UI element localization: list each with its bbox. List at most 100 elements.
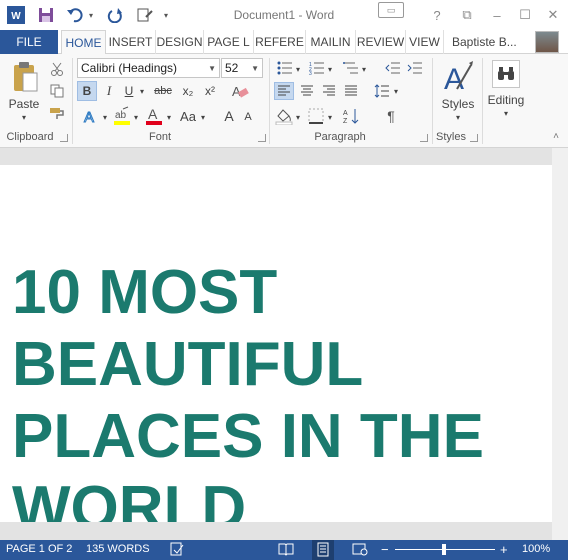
- svg-text:ab: ab: [115, 110, 127, 121]
- document-headline[interactable]: 10 MOST BEAUTIFUL PLACES IN THE WORLD: [12, 257, 542, 522]
- shrink-font-button[interactable]: A: [240, 108, 256, 126]
- paragraph-launcher-icon[interactable]: [420, 134, 428, 142]
- multilevel-list-dropdown-icon[interactable]: ▾: [360, 62, 368, 76]
- tab-home[interactable]: HOME: [61, 30, 106, 55]
- clear-formatting-icon[interactable]: A: [228, 81, 252, 101]
- line-spacing-icon[interactable]: [372, 82, 392, 100]
- styles-launcher-icon[interactable]: [470, 134, 478, 142]
- user-name[interactable]: Baptiste B...: [452, 30, 517, 54]
- strikethrough-button[interactable]: abc: [150, 81, 176, 101]
- text-effects-icon[interactable]: A: [80, 106, 102, 126]
- show-formatting-marks-icon[interactable]: ¶: [382, 106, 400, 126]
- font-color-icon[interactable]: A: [144, 104, 164, 128]
- paste-dropdown-icon[interactable]: ▾: [18, 112, 30, 122]
- format-painter-icon[interactable]: [48, 104, 66, 122]
- justify-icon[interactable]: [341, 82, 361, 100]
- font-size-dropdown-icon[interactable]: ▼: [251, 64, 259, 73]
- styles-button[interactable]: Styles: [436, 96, 480, 112]
- font-size-combo[interactable]: 52 ▼: [221, 58, 263, 78]
- increase-indent-icon[interactable]: [406, 60, 424, 76]
- ribbon-display-options-icon[interactable]: ▭: [378, 2, 404, 18]
- minimize-icon[interactable]: –: [486, 6, 508, 24]
- tab-review[interactable]: REVIEW: [356, 30, 406, 54]
- line-spacing-dropdown-icon[interactable]: ▾: [392, 84, 400, 98]
- bullets-icon[interactable]: [276, 60, 294, 76]
- italic-button[interactable]: I: [100, 81, 118, 101]
- help-icon[interactable]: ?: [426, 6, 448, 24]
- maximize-icon[interactable]: ☐: [514, 6, 536, 24]
- underline-dropdown-icon[interactable]: ▾: [137, 81, 147, 101]
- group-divider: [72, 58, 73, 144]
- document-page[interactable]: 10 MOST BEAUTIFUL PLACES IN THE WORLD: [0, 165, 552, 522]
- print-layout-icon[interactable]: [312, 540, 334, 560]
- numbering-dropdown-icon[interactable]: ▾: [326, 62, 334, 76]
- tab-view[interactable]: VIEW: [406, 30, 444, 54]
- close-icon[interactable]: ✕: [542, 6, 564, 24]
- subscript-button[interactable]: x₂: [178, 81, 198, 101]
- clipboard-group-label: Clipboard: [6, 131, 54, 143]
- tab-design[interactable]: DESIGN: [156, 30, 204, 54]
- font-size-value: 52: [225, 61, 239, 75]
- font-color-dropdown-icon[interactable]: ▾: [164, 110, 174, 124]
- tab-insert[interactable]: INSERT: [106, 30, 156, 54]
- zoom-out-button[interactable]: −: [381, 542, 389, 557]
- tab-page-layout[interactable]: PAGE L: [204, 30, 254, 54]
- shading-dropdown-icon[interactable]: ▾: [294, 110, 302, 124]
- proofing-icon[interactable]: [170, 542, 184, 559]
- tab-file[interactable]: FILE: [0, 30, 58, 54]
- decrease-indent-icon[interactable]: [384, 60, 402, 76]
- font-name-combo[interactable]: Calibri (Headings) ▼: [77, 58, 220, 78]
- text-effects-dropdown-icon[interactable]: ▾: [100, 110, 110, 124]
- paste-icon[interactable]: [10, 60, 40, 94]
- font-name-dropdown-icon[interactable]: ▼: [208, 64, 216, 73]
- font-launcher-icon[interactable]: [258, 134, 266, 142]
- tab-references[interactable]: REFERE: [254, 30, 306, 54]
- shading-icon[interactable]: [274, 106, 294, 126]
- change-case-button[interactable]: Aa: [178, 106, 198, 126]
- editing-dropdown-icon[interactable]: ▾: [500, 108, 512, 118]
- svg-text:A: A: [343, 110, 348, 117]
- text-highlight-icon[interactable]: ab: [112, 104, 132, 128]
- window-title: Document1 - Word: [233, 8, 335, 22]
- styles-group-label: Styles: [436, 131, 466, 143]
- multilevel-list-icon[interactable]: [342, 60, 360, 76]
- grow-font-button[interactable]: A: [220, 106, 238, 126]
- zoom-in-button[interactable]: +: [500, 542, 508, 557]
- styles-icon[interactable]: A: [440, 58, 476, 96]
- borders-dropdown-icon[interactable]: ▾: [326, 110, 334, 124]
- underline-button[interactable]: U: [120, 81, 138, 101]
- sort-icon[interactable]: AZ: [342, 106, 362, 126]
- avatar[interactable]: [535, 31, 559, 53]
- headline-line: 10 MOST: [12, 258, 278, 327]
- editing-button[interactable]: Editing: [484, 92, 528, 108]
- title-bar: W ▾ ▾ Document1 - Word ▭ ? ⧉ – ☐ ✕: [0, 0, 568, 30]
- zoom-level[interactable]: 100%: [522, 543, 550, 555]
- clipboard-launcher-icon[interactable]: [60, 134, 68, 142]
- highlight-dropdown-icon[interactable]: ▾: [131, 110, 141, 124]
- collapse-ribbon-icon[interactable]: ˄: [550, 130, 562, 142]
- styles-dropdown-icon[interactable]: ▾: [452, 112, 464, 122]
- bullets-dropdown-icon[interactable]: ▾: [294, 62, 302, 76]
- borders-icon[interactable]: [306, 106, 326, 126]
- align-center-icon[interactable]: [297, 82, 317, 100]
- align-right-icon[interactable]: [319, 82, 339, 100]
- cut-icon[interactable]: [48, 60, 66, 78]
- numbering-icon[interactable]: 123: [308, 60, 326, 76]
- web-layout-icon[interactable]: [352, 542, 368, 559]
- group-divider: [269, 58, 270, 144]
- bold-button[interactable]: B: [77, 81, 97, 101]
- vertical-scrollbar[interactable]: [552, 148, 568, 540]
- align-left-icon[interactable]: [274, 82, 294, 100]
- paste-button[interactable]: Paste: [4, 96, 44, 112]
- copy-icon[interactable]: [48, 82, 66, 100]
- read-mode-icon[interactable]: [278, 542, 294, 559]
- change-case-dropdown-icon[interactable]: ▾: [198, 110, 208, 124]
- page-count[interactable]: PAGE 1 OF 2: [6, 543, 72, 555]
- zoom-slider-thumb[interactable]: [442, 544, 446, 555]
- tab-mailings[interactable]: MAILIN: [306, 30, 356, 54]
- word-count[interactable]: 135 WORDS: [86, 543, 150, 555]
- superscript-button[interactable]: x²: [200, 81, 220, 101]
- binoculars-icon[interactable]: [492, 60, 520, 88]
- ribbon-options-icon[interactable]: ⧉: [456, 6, 478, 24]
- font-group-label: Font: [148, 131, 171, 143]
